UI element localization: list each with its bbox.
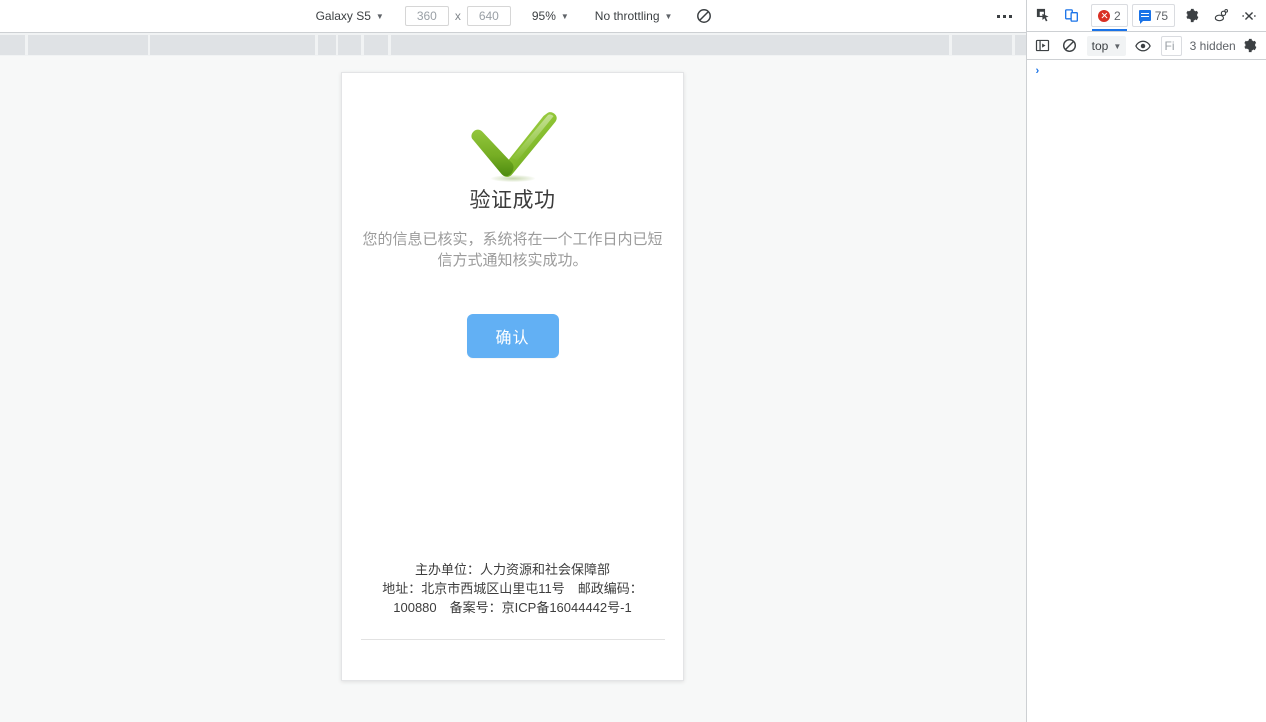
dimension-separator: x [454, 9, 461, 23]
device-frame: 验证成功 您的信息已核实，系统将在一个工作日内已短信方式通知核实成功。 确认 主… [341, 72, 684, 681]
footer-organizer: 主办单位：人力资源和社会保障部 [414, 562, 610, 577]
console-settings-gear-icon[interactable] [1238, 33, 1263, 59]
chevron-down-icon: ▼ [1113, 41, 1122, 51]
emulated-page: 验证成功 您的信息已核实，系统将在一个工作日内已短信方式通知核实成功。 确认 主… [342, 73, 683, 680]
no-throttling-slash-icon[interactable] [691, 4, 717, 28]
message-count-chip[interactable]: 75 [1131, 4, 1176, 27]
console-prompt-caret: › [1034, 66, 1041, 78]
media-query-inspector[interactable] [0, 32, 1026, 56]
more-horizontal-icon[interactable] [992, 4, 1016, 28]
page-title: 验证成功 [469, 189, 556, 212]
page-footer: 主办单位：人力资源和社会保障部 地址：北京市西城区山里屯11号 邮政编码： 10… [342, 560, 683, 640]
device-select[interactable]: Galaxy S5 ▼ [309, 5, 391, 27]
console-filter-placeholder: Fi [1164, 38, 1175, 53]
media-query-bar[interactable] [338, 35, 361, 55]
chevron-down-icon: ▼ [375, 12, 384, 21]
viewport-width-input[interactable] [404, 6, 449, 26]
gear-icon[interactable] [1179, 3, 1206, 29]
error-circle-icon [1098, 9, 1110, 22]
issue-badges: 2 75 [1091, 4, 1176, 31]
execution-context-label: top [1091, 38, 1109, 53]
zoom-select[interactable]: 95% ▼ [525, 5, 576, 27]
toggle-device-toolbar-icon[interactable] [1058, 3, 1085, 29]
media-query-bar[interactable] [318, 35, 336, 55]
console-prompt-row[interactable]: › [1027, 60, 1266, 84]
media-query-bar[interactable] [364, 35, 388, 55]
hidden-messages-label: 3 hidden [1189, 38, 1236, 53]
inspect-element-icon[interactable] [1030, 3, 1057, 29]
green-checkmark-icon [465, 108, 561, 182]
media-query-bar[interactable] [952, 35, 1012, 55]
emulated-viewport-pane: Galaxy S5 ▼ x 95% ▼ No throttling ▼ [0, 0, 1026, 722]
close-devtools-icon[interactable] [1235, 3, 1262, 29]
message-bubble-icon [1138, 10, 1151, 24]
devtools-panel: 2 75 top ▼ Fi 3 hidden › [1026, 0, 1266, 722]
media-query-bar[interactable] [0, 35, 25, 55]
console-filter-input[interactable]: Fi [1160, 35, 1182, 56]
devtools-tabbar: 2 75 [1027, 0, 1266, 32]
live-expression-eye-icon[interactable] [1130, 33, 1155, 59]
throttling-select-label: No throttling [594, 9, 660, 23]
media-query-bar[interactable] [150, 35, 315, 55]
device-select-label: Galaxy S5 [315, 9, 371, 23]
clear-console-icon[interactable] [1057, 33, 1082, 59]
media-query-bar[interactable] [28, 35, 148, 55]
throttling-select[interactable]: No throttling ▼ [588, 5, 680, 27]
message-count-label: 75 [1154, 8, 1169, 23]
chevron-down-icon: ▼ [560, 12, 569, 21]
devtools-window: Galaxy S5 ▼ x 95% ▼ No throttling ▼ [0, 0, 1266, 722]
footer-address: 地址：北京市西城区山里屯11号 邮政编码： [382, 581, 643, 596]
console-sidebar-toggle-icon[interactable] [1030, 33, 1055, 59]
viewport-height-input[interactable] [466, 6, 511, 26]
error-count-chip[interactable]: 2 [1091, 4, 1128, 31]
zoom-select-label: 95% [531, 9, 556, 23]
error-count-label: 2 [1114, 8, 1121, 23]
footer-divider [360, 639, 665, 640]
media-query-bar[interactable] [1015, 35, 1026, 55]
console-toolbar: top ▼ Fi 3 hidden [1027, 32, 1266, 60]
execution-context-select[interactable]: top ▼ [1086, 35, 1127, 56]
page-canvas: 验证成功 您的信息已核实，系统将在一个工作日内已短信方式通知核实成功。 确认 主… [0, 56, 1026, 722]
device-emulation-toolbar: Galaxy S5 ▼ x 95% ▼ No throttling ▼ [0, 0, 1026, 32]
success-description: 您的信息已核实，系统将在一个工作日内已短信方式通知核实成功。 [362, 231, 663, 270]
devtools-customize-icon[interactable] [1207, 3, 1234, 29]
footer-icp: 100880 备案号：京ICP备16044442号-1 [393, 600, 632, 615]
confirm-button[interactable]: 确认 [466, 314, 559, 359]
media-query-bar[interactable] [391, 35, 949, 55]
chevron-down-icon: ▼ [664, 12, 673, 21]
console-message-area[interactable]: › [1027, 60, 1266, 722]
